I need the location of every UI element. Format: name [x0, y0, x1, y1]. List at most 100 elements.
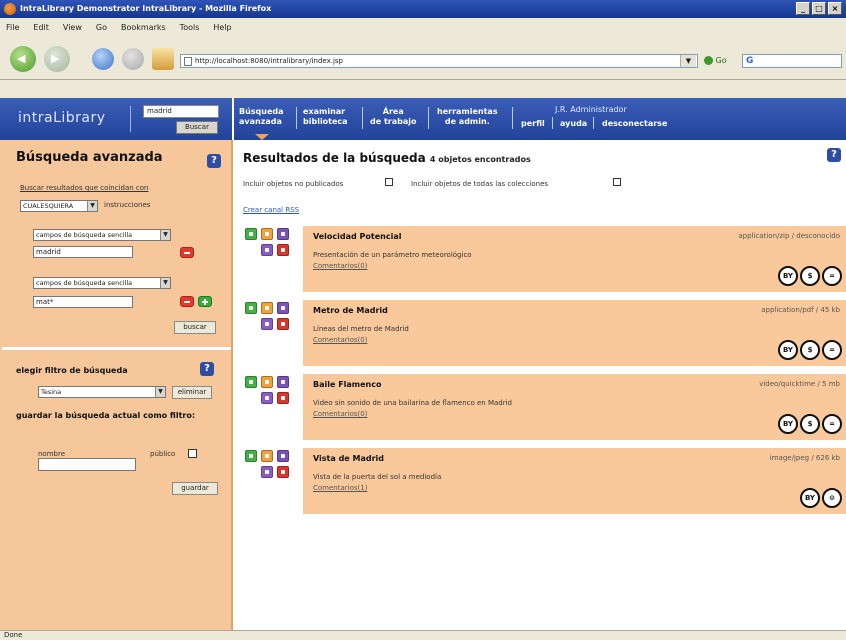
dropdown-arrow-icon: ▼ — [160, 278, 170, 288]
download-icon[interactable] — [261, 302, 273, 314]
page-icon — [184, 57, 192, 66]
menu-edit[interactable]: Edit — [33, 23, 49, 32]
public-checkbox[interactable] — [188, 449, 197, 458]
field2-select-value: campos de búsqueda sencilla — [36, 279, 133, 287]
field1-input[interactable]: madrid — [33, 246, 133, 258]
menu-file[interactable]: File — [6, 23, 19, 32]
result-comments-link[interactable]: Comentarios(0) — [313, 336, 367, 344]
nav-label-line1: examinar — [303, 107, 346, 116]
result-comments-link[interactable]: Comentarios(0) — [313, 262, 367, 270]
nav-herramientas-admin[interactable]: herramientas de admin. — [437, 107, 498, 127]
minimize-button[interactable]: _ — [796, 2, 810, 15]
rss-link[interactable]: Crear canal RSS — [243, 206, 299, 214]
cc-by-icon[interactable]: BY — [778, 340, 798, 360]
maximize-button[interactable]: □ — [812, 2, 826, 15]
forward-arrow-icon: ▶ — [51, 52, 60, 65]
nav-busqueda-avanzada[interactable]: Búsqueda avanzada — [239, 107, 284, 127]
result-title[interactable]: Baile Flamenco — [313, 380, 382, 389]
metadata-icon[interactable] — [277, 450, 289, 462]
search-button[interactable]: buscar — [174, 321, 216, 334]
info-icon[interactable] — [261, 466, 273, 478]
delete-icon[interactable] — [277, 392, 289, 404]
view-icon[interactable] — [245, 450, 257, 462]
remove-field1-button[interactable] — [180, 247, 194, 258]
download-icon[interactable] — [261, 450, 273, 462]
cc-by-icon[interactable]: BY — [778, 266, 798, 286]
help-icon[interactable]: ? — [827, 148, 841, 162]
menu-view[interactable]: View — [63, 23, 82, 32]
cc-nc-icon[interactable]: $ — [800, 266, 820, 286]
forward-button[interactable]: ▶ — [44, 46, 70, 72]
link-perfil[interactable]: perfil — [521, 119, 545, 128]
dropdown-arrow-icon: ▼ — [87, 201, 97, 211]
metadata-icon[interactable] — [277, 302, 289, 314]
sidebar-divider — [2, 347, 231, 350]
cc-nc-icon[interactable]: $ — [800, 340, 820, 360]
metadata-icon[interactable] — [277, 376, 289, 388]
delete-icon[interactable] — [277, 244, 289, 256]
menu-tools[interactable]: Tools — [180, 23, 200, 32]
menu-bookmarks[interactable]: Bookmarks — [121, 23, 166, 32]
add-field-button[interactable] — [198, 296, 212, 307]
info-icon[interactable] — [261, 244, 273, 256]
reload-button[interactable] — [92, 48, 114, 70]
home-button[interactable] — [152, 48, 174, 70]
back-button[interactable]: ◀ — [10, 46, 36, 72]
field2-input[interactable]: mat* — [33, 296, 133, 308]
link-desconectarse[interactable]: desconectarse — [602, 119, 667, 128]
remove-field2-button[interactable] — [180, 296, 194, 307]
include-all-collections-checkbox[interactable] — [613, 178, 621, 186]
nav-area-de-trabajo[interactable]: Área de trabajo — [370, 107, 416, 127]
view-icon[interactable] — [245, 302, 257, 314]
result-title[interactable]: Metro de Madrid — [313, 306, 388, 315]
cc-nc-icon[interactable]: $ — [800, 414, 820, 434]
user-name: J.R. Administrador — [555, 105, 627, 114]
menu-help[interactable]: Help — [213, 23, 231, 32]
toolbar-spacer — [0, 80, 846, 98]
cc-sa-icon[interactable]: ⊙ — [822, 488, 842, 508]
result-comments-link[interactable]: Comentarios(1) — [313, 484, 367, 492]
nav-separator — [428, 107, 429, 129]
cc-nd-icon[interactable]: = — [822, 340, 842, 360]
download-icon[interactable] — [261, 376, 273, 388]
url-dropdown-icon[interactable]: ▼ — [680, 55, 696, 67]
result-title[interactable]: Velocidad Potencial — [313, 232, 401, 241]
cc-nd-icon[interactable]: = — [822, 266, 842, 286]
cc-nd-icon[interactable]: = — [822, 414, 842, 434]
url-bar[interactable]: http://localhost:8080/intralibrary/index… — [180, 54, 698, 68]
save-filter-button[interactable]: guardar — [172, 482, 218, 495]
info-icon[interactable] — [261, 392, 273, 404]
close-button[interactable]: × — [828, 2, 842, 15]
field1-select[interactable]: campos de búsqueda sencilla ▼ — [33, 229, 171, 241]
metadata-icon[interactable] — [277, 228, 289, 240]
include-unpublished-checkbox[interactable] — [385, 178, 393, 186]
quick-search-button[interactable]: Buscar — [176, 121, 218, 134]
view-icon[interactable] — [245, 376, 257, 388]
field2-select[interactable]: campos de búsqueda sencilla ▼ — [33, 277, 171, 289]
delete-filter-button[interactable]: eliminar — [172, 386, 212, 399]
browser-search-input[interactable]: G — [742, 54, 842, 68]
nav-examinar-biblioteca[interactable]: examinar biblioteca — [303, 107, 348, 127]
results-heading: Resultados de la búsqueda — [243, 151, 426, 165]
cc-by-icon[interactable]: BY — [778, 414, 798, 434]
match-select[interactable]: CUALESQUIERA ▼ — [20, 200, 98, 212]
download-icon[interactable] — [261, 228, 273, 240]
link-ayuda[interactable]: ayuda — [560, 119, 587, 128]
filter-name-input[interactable] — [38, 458, 136, 471]
saved-filter-title: elegir filtro de búsqueda — [16, 366, 128, 375]
view-icon[interactable] — [245, 228, 257, 240]
nav-separator — [296, 107, 297, 129]
saved-filter-select[interactable]: Tesina ▼ — [38, 386, 166, 398]
result-title[interactable]: Vista de Madrid — [313, 454, 384, 463]
delete-icon[interactable] — [277, 318, 289, 330]
quick-search-input[interactable]: madrid — [143, 105, 219, 118]
go-button[interactable]: Go — [704, 55, 740, 67]
help-icon[interactable]: ? — [200, 362, 214, 376]
stop-button[interactable] — [122, 48, 144, 70]
info-icon[interactable] — [261, 318, 273, 330]
result-comments-link[interactable]: Comentarios(0) — [313, 410, 367, 418]
delete-icon[interactable] — [277, 466, 289, 478]
cc-by-icon[interactable]: BY — [800, 488, 820, 508]
menu-go[interactable]: Go — [96, 23, 107, 32]
help-icon[interactable]: ? — [207, 154, 221, 168]
